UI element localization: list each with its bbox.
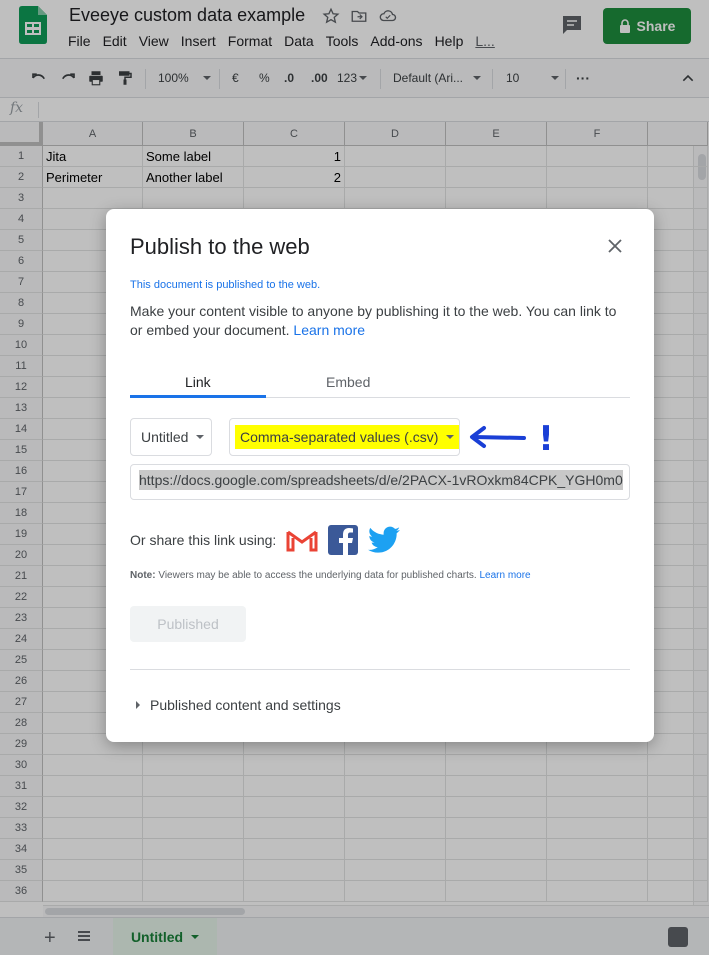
published-settings-expander[interactable]: Published content and settings: [136, 697, 341, 713]
published-button[interactable]: Published: [130, 606, 246, 642]
tab-link[interactable]: Link: [185, 374, 211, 390]
publish-dialog: Publish to the web This document is publ…: [106, 209, 654, 742]
publish-url-field[interactable]: https://docs.google.com/spreadsheets/d/e…: [130, 464, 630, 500]
facebook-icon[interactable]: [328, 525, 359, 555]
note-text: Viewers may be able to access the underl…: [158, 570, 477, 581]
dialog-title: Publish to the web: [130, 234, 310, 259]
share-link-label: Or share this link using:: [130, 532, 277, 548]
dialog-tabs: Link Embed: [130, 369, 630, 398]
chevron-down-icon: [446, 435, 455, 439]
learn-more-link[interactable]: Learn more: [293, 322, 365, 338]
sheet-select[interactable]: Untitled: [130, 418, 212, 456]
chevron-down-icon: [196, 435, 205, 439]
note-label: Note:: [130, 570, 156, 581]
description-text: Make your content visible to anyone by p…: [130, 303, 617, 338]
dialog-description: Make your content visible to anyone by p…: [130, 302, 630, 340]
sheet-select-value: Untitled: [141, 429, 189, 445]
close-icon[interactable]: [604, 235, 626, 257]
annotation-exclamation: !: [538, 419, 554, 459]
note-learn-more-link[interactable]: Learn more: [479, 570, 530, 581]
dialog-divider: [130, 669, 630, 670]
tab-embed[interactable]: Embed: [326, 374, 370, 390]
publish-status: This document is published to the web.: [130, 279, 321, 291]
gmail-icon[interactable]: [286, 528, 318, 552]
active-tab-indicator: [130, 395, 266, 398]
annotation-arrow-icon: !: [470, 419, 554, 459]
viewer-note: Note: Viewers may be able to access the …: [130, 570, 531, 581]
expander-label: Published content and settings: [150, 697, 341, 713]
format-select-value: Comma-separated values (.csv): [240, 429, 439, 445]
expand-arrow-icon: [136, 701, 140, 709]
format-select[interactable]: Comma-separated values (.csv): [229, 418, 460, 456]
share-row: Or share this link using:: [130, 524, 401, 556]
publish-url-text[interactable]: https://docs.google.com/spreadsheets/d/e…: [139, 470, 623, 490]
twitter-icon[interactable]: [368, 526, 401, 554]
